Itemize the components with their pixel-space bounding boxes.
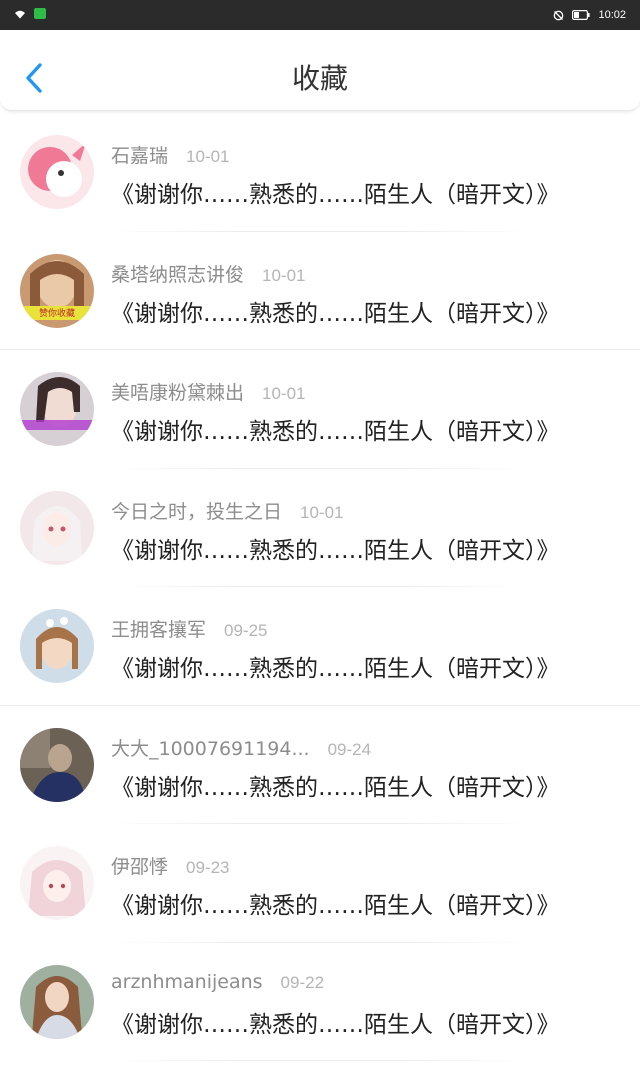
status-right: 10:02 <box>553 7 626 23</box>
list-item[interactable]: 石嘉瑞 10-01 《谢谢你……熟悉的……陌生人（暗开文）》 <box>0 113 640 232</box>
article-title[interactable]: 《谢谢你……熟悉的……陌生人（暗开文）》 <box>111 649 560 683</box>
list-item[interactable]: 美唔康粉黛棘出 10-01 《谢谢你……熟悉的……陌生人（暗开文）》 <box>0 350 640 469</box>
list-item[interactable]: 王拥客攘军 09-25 《谢谢你……熟悉的……陌生人（暗开文）》 <box>0 587 640 706</box>
item-meta: 桑塔纳照志讲俊 10-01 <box>111 260 306 287</box>
username[interactable]: 大大_10007691194... <box>111 734 310 761</box>
date: 10-01 <box>300 502 344 522</box>
divider <box>110 1060 530 1061</box>
wifi-icon <box>15 10 25 18</box>
avatar[interactable] <box>20 490 94 565</box>
wechat-icon <box>34 8 46 19</box>
item-meta: 王拥客攘军 09-25 <box>111 615 268 642</box>
item-meta: 大大_10007691194... 09-24 <box>111 734 371 761</box>
avatar-caption: 赞你收藏 <box>39 307 75 319</box>
item-meta: 美唔康粉黛棘出 10-01 <box>111 378 306 405</box>
header: 收藏 <box>0 30 640 111</box>
username[interactable]: 美唔康粉黛棘出 <box>111 378 244 405</box>
article-title[interactable]: 《谢谢你……熟悉的……陌生人（暗开文）》 <box>111 1005 560 1039</box>
status-left <box>14 8 46 19</box>
avatar[interactable] <box>20 846 94 920</box>
article-title[interactable]: 《谢谢你……熟悉的……陌生人（暗开文）》 <box>111 531 560 565</box>
item-meta: 伊邵悸 09-23 <box>111 852 230 879</box>
username[interactable]: 石嘉瑞 <box>111 141 168 168</box>
username[interactable]: 王拥客攘军 <box>111 615 206 642</box>
date: 09-23 <box>186 858 230 877</box>
avatar[interactable] <box>20 727 94 802</box>
date: 10-01 <box>262 265 306 285</box>
article-title[interactable]: 《谢谢你……熟悉的……陌生人（暗开文）》 <box>111 294 560 328</box>
page-title: 收藏 <box>291 62 348 95</box>
avatar[interactable] <box>20 964 94 1039</box>
username[interactable]: 伊邵悸 <box>111 852 168 879</box>
date: 10-01 <box>262 384 306 403</box>
status-bar: 10:02 <box>0 0 640 30</box>
battery-icon <box>572 10 591 20</box>
username[interactable]: 今日之时，投生之日 <box>111 497 282 524</box>
list-item[interactable]: arznhmanijeans 09-22 《谢谢你……熟悉的……陌生人（暗开文）… <box>0 943 640 1061</box>
avatar[interactable]: 赞你收藏 <box>20 253 94 328</box>
do-not-disturb-icon <box>554 10 564 20</box>
status-time: 10:02 <box>598 9 626 21</box>
item-meta: 今日之时，投生之日 10-01 <box>111 497 344 524</box>
list-item[interactable]: 大大_10007691194... 09-24 《谢谢你……熟悉的……陌生人（暗… <box>0 706 640 824</box>
article-title[interactable]: 《谢谢你……熟悉的……陌生人（暗开文）》 <box>111 886 560 920</box>
list-item[interactable]: 赞你收藏 桑塔纳照志讲俊 10-01 《谢谢你……熟悉的……陌生人（暗开文）》 <box>0 232 640 350</box>
avatar[interactable] <box>20 135 94 209</box>
favorites-list: 石嘉瑞 10-01 《谢谢你……熟悉的……陌生人（暗开文）》 赞你收藏 桑塔纳照… <box>0 113 640 1061</box>
article-title[interactable]: 《谢谢你……熟悉的……陌生人（暗开文）》 <box>111 412 560 446</box>
list-item[interactable]: 伊邵悸 09-23 《谢谢你……熟悉的……陌生人（暗开文）》 <box>0 824 640 943</box>
avatar[interactable] <box>20 609 94 683</box>
username[interactable]: arznhmanijeans <box>111 971 263 993</box>
date: 09-22 <box>280 972 325 992</box>
date: 10-01 <box>186 147 230 166</box>
article-title[interactable]: 《谢谢你……熟悉的……陌生人（暗开文）》 <box>111 175 560 209</box>
article-title[interactable]: 《谢谢你……熟悉的……陌生人（暗开文）》 <box>111 768 560 802</box>
list-item[interactable]: 今日之时，投生之日 10-01 《谢谢你……熟悉的……陌生人（暗开文）》 <box>0 469 640 587</box>
item-meta: 石嘉瑞 10-01 <box>111 141 230 168</box>
avatar[interactable] <box>20 372 94 446</box>
item-meta: arznhmanijeans 09-22 <box>111 971 324 993</box>
date: 09-24 <box>327 739 372 759</box>
date: 09-25 <box>224 621 268 640</box>
username[interactable]: 桑塔纳照志讲俊 <box>111 260 244 287</box>
